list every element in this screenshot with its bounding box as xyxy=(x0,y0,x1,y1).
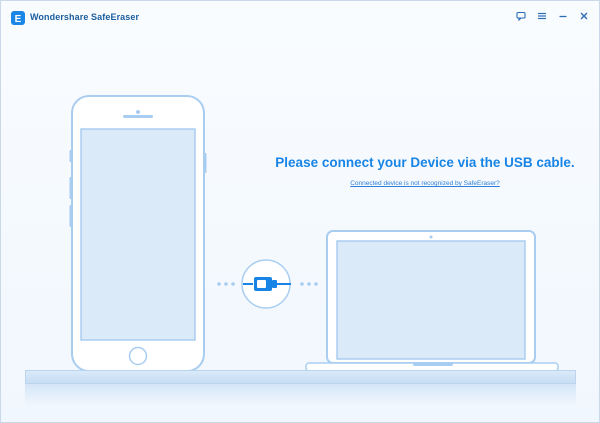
smartphone-illustration xyxy=(69,95,209,378)
connect-instruction-heading: Please connect your Device via the USB c… xyxy=(275,155,575,170)
feedback-icon[interactable] xyxy=(515,10,526,22)
laptop-illustration xyxy=(305,230,561,379)
shelf-reflection xyxy=(25,384,576,406)
app-title: Wondershare SafeEraser xyxy=(30,12,140,22)
close-icon[interactable] xyxy=(578,10,589,22)
device-shelf xyxy=(25,370,576,384)
menu-icon[interactable] xyxy=(536,10,547,22)
app-window: E Wondershare SafeEraser Please connect … xyxy=(0,0,600,423)
device-not-recognized-link[interactable]: Connected device is not recognized by Sa… xyxy=(263,180,587,187)
svg-text:E: E xyxy=(15,14,22,25)
minimize-icon[interactable] xyxy=(557,10,568,22)
window-controls xyxy=(515,10,589,22)
title-bar: E Wondershare SafeEraser xyxy=(1,1,599,35)
safeeraser-logo-icon: E xyxy=(11,11,25,25)
